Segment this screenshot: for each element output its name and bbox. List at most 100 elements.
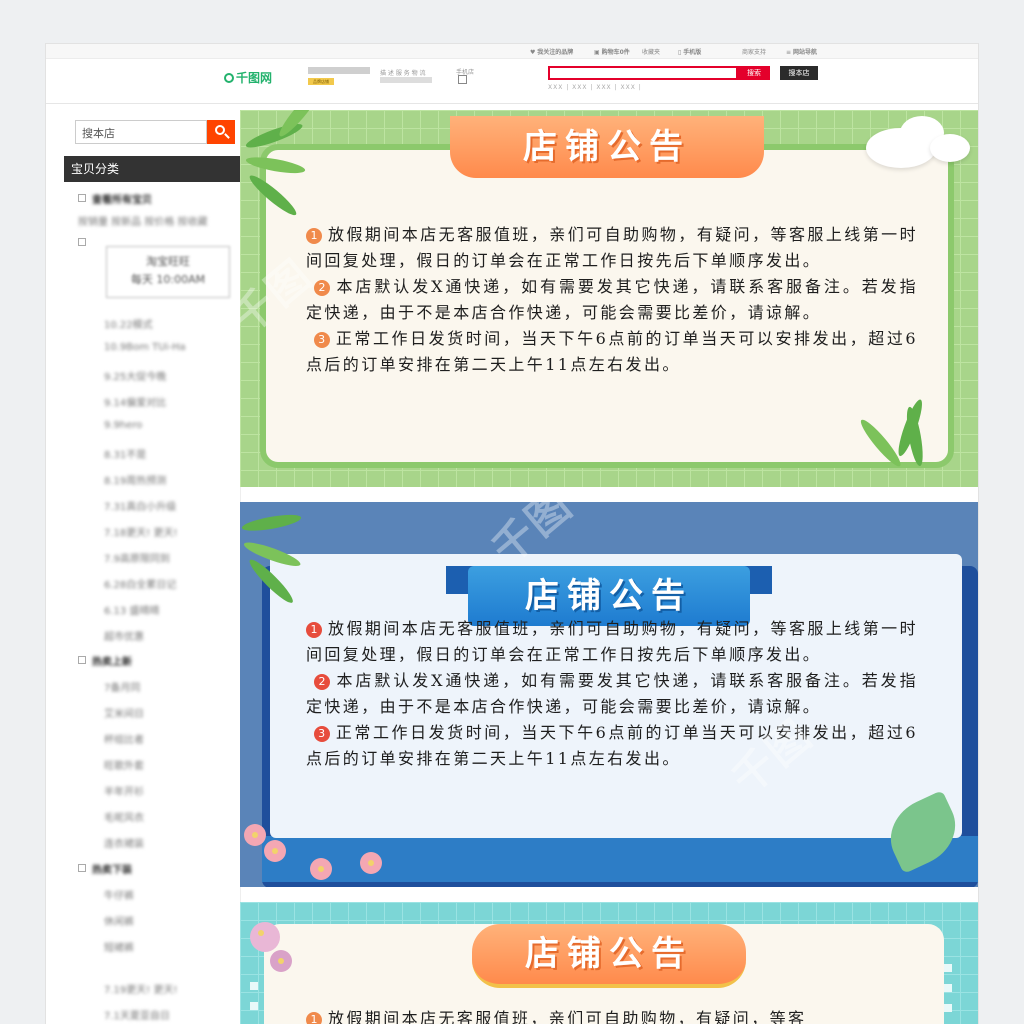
category-item[interactable]: 超市优惠 [104,628,144,643]
sidebar-search-input[interactable]: 搜本店 [75,120,207,144]
notice-item-2: 2 本店默认发X通快递，如有需要发其它快递，请联系客服备注。若发指定快递，由于不是… [306,668,918,720]
search-icon-handle [224,133,230,139]
flower-icon [244,824,266,846]
category-item[interactable]: 10.22模式 [104,316,153,331]
category-item[interactable]: 7.19更天! 更天! [104,981,177,996]
flower-icon [264,840,286,862]
category-item[interactable]: 9.25大促今晚 [104,368,166,383]
collapse-toggle[interactable] [78,864,86,872]
site-search-button[interactable]: 搜索 [738,66,770,80]
category-item[interactable]: 9.14偏爱对比 [104,394,166,409]
collapse-toggle[interactable] [78,194,86,202]
mobile-link[interactable]: ▯ 手机版 [678,47,701,56]
notice-item-text: 本店默认发X通快递，如有需要发其它快递，请联系客服备注。若发指定快递，由于不是本… [306,277,918,322]
service-box-hours: 每天 10:00AM [130,273,206,286]
top-nav-bar: ♥ 我关注的品牌 ▣ 购物车0件 收藏夹 ▯ 手机版 商家支持 ≡ 网站导航 [46,44,978,59]
number-badge-1: 1 [306,228,322,244]
deco-square [944,964,952,972]
cloud-icon [930,134,970,162]
category-item[interactable]: 杯组比者 [104,731,144,746]
category-item[interactable]: 热卖上新 [92,653,132,668]
site-search-input[interactable] [548,66,738,80]
category-item[interactable]: 7备月同 [104,679,140,694]
category-item[interactable]: 查看所有宝贝 [92,191,152,206]
notice-item-3: 3 正常工作日发货时间，当天下午6点前的订单当天可以安排发出，超过6点后的订单安排… [306,720,918,772]
logo-icon [224,73,234,83]
cart-link[interactable]: ▣ 购物车0件 [594,47,630,56]
collapse-toggle[interactable] [78,656,86,664]
shop-header: 千图网 品牌店铺 描 述 服 务 物 流 手机店 搜索 搜本店 XXX | XX… [46,59,978,104]
category-item[interactable]: 休闲裤 [104,913,134,928]
qr-code-icon[interactable] [458,75,467,84]
category-item[interactable]: 艾米间日 [104,705,144,720]
notice-item-text: 正常工作日发货时间，当天下午6点前的订单当天可以安排发出，超过6点后的订单安排在… [306,329,918,374]
hot-search-words[interactable]: XXX | XXX | XXX | XXX | [548,84,642,91]
shop-sidebar: 搜本店 宝贝分类 查看所有宝贝 按销量 按新品 按价格 按收藏 淘宝旺旺 每天 1… [64,110,241,1024]
shop-rating-labels: 描 述 服 务 物 流 [380,70,426,77]
category-item[interactable]: 旺歌外套 [104,757,144,772]
notice-item-text: 放假期间本店无客服值班，亲们可自助购物，有疑问，等客服上线第一时间回复处理，假日… [306,619,918,664]
category-item[interactable]: 短裙裤 [104,939,134,954]
customer-service-box[interactable]: 淘宝旺旺每天 10:00AM [106,246,230,298]
notice-title: 店铺公告 [472,924,746,988]
shop-rating-values [380,77,432,83]
category-item[interactable]: 牛仔裤 [104,887,134,902]
notice-text: 1 放假期间本店无客服值班，亲们可自助购物，有疑问，等客服上线第一时间回复处理，假… [306,616,918,772]
number-badge-3: 3 [313,332,330,348]
category-item[interactable]: 连衣裙装 [104,835,144,850]
checkbox[interactable] [78,238,86,246]
deco-square [250,982,258,990]
number-badge-2: 2 [314,280,331,296]
sitemap-link[interactable]: ≡ 网站导航 [786,47,817,56]
sort-links[interactable]: 按销量 按新品 按价格 按收藏 [78,213,208,228]
notice-item-1: 1 放假期间本店无客服值班，亲们可自助购物，有疑问，等客服上线第一时间回复处理，假… [306,222,918,274]
notice-title: 店铺公告 [450,116,764,178]
category-item[interactable]: 9.9hero [104,420,142,431]
notice-text: 1 放假期间本店无客服值班，亲们可自助购物，有疑问，等客 [306,1006,918,1024]
deco-square [250,1002,258,1010]
number-badge-1: 1 [306,1012,322,1024]
notice-item-text: 放假期间本店无客服值班，亲们可自助购物，有疑问，等客服上线第一时间回复处理，假日… [306,225,918,270]
favorites-link[interactable]: ♥ 我关注的品牌 [530,47,573,56]
collect-link[interactable]: 收藏夹 [642,47,660,56]
notice-item-2: 2 本店默认发X通快递，如有需要发其它快递，请联系客服备注。若发指定快递，由于不是… [306,274,918,326]
notice-item-3: 3 正常工作日发货时间，当天下午6点前的订单当天可以安排发出，超过6点后的订单安排… [306,326,918,378]
notice-item-text: 本店默认发X通快递，如有需要发其它快递，请联系客服备注。若发指定快递，由于不是本… [306,671,918,716]
flower-icon [310,858,332,880]
category-item[interactable]: 6.13 盛晴晴 [104,602,159,617]
notice-panel-green: 店铺公告 1 放假期间本店无客服值班，亲们可自助购物，有疑问，等客服上线第一时间回… [240,110,978,487]
category-item[interactable]: 7.18更天! 更天! [104,524,177,539]
service-box-title: 淘宝旺旺 [146,255,190,268]
notice-item-text: 正常工作日发货时间，当天下午6点前的订单当天可以安排发出，超过6点后的订单安排在… [306,723,918,768]
shop-search-button[interactable]: 搜本店 [780,66,818,80]
category-item[interactable]: 6.28白全累日记 [104,576,176,591]
palm-leaf-icon [240,511,303,534]
category-item[interactable]: 8.19周热预测 [104,472,166,487]
site-logo[interactable]: 千图网 [224,69,272,86]
category-item[interactable]: 毛呢风衣 [104,809,144,824]
deco-square [944,984,952,992]
notice-item-text: 放假期间本店无客服值班，亲们可自助购物，有疑问，等客 [328,1009,807,1024]
category-item[interactable]: 热卖下装 [92,861,132,876]
category-item[interactable]: 8.31不是 [104,446,146,461]
shop-name-placeholder [308,67,370,74]
deco-square [944,1004,952,1012]
category-item[interactable]: 7.1天夏亚自日 [104,1007,170,1022]
orchid-icon [250,922,280,952]
category-item[interactable]: 10.9Bom TUi-Ha [104,342,186,353]
number-badge-2: 2 [314,674,331,690]
page-frame: ♥ 我关注的品牌 ▣ 购物车0件 收藏夹 ▯ 手机版 商家支持 ≡ 网站导航 千… [46,44,978,1024]
category-item[interactable]: 7.31真白小升级 [104,498,176,513]
notice-item-1: 1 放假期间本店无客服值班，亲们可自助购物，有疑问，等客服上线第一时间回复处理，假… [306,616,918,668]
category-item[interactable]: 7.9高原限同到 [104,550,170,565]
notice-panel-blue: 店铺公告 1 放假期间本店无客服值班，亲们可自助购物，有疑问，等客服上线第一时间回… [240,502,978,887]
notice-panel-teal: 店铺公告 1 放假期间本店无客服值班，亲们可自助购物，有疑问，等客 [240,902,978,1024]
flower-icon [360,852,382,874]
notice-text: 1 放假期间本店无客服值班，亲们可自助购物，有疑问，等客服上线第一时间回复处理，假… [306,222,918,378]
category-item[interactable]: 半年开衫 [104,783,144,798]
notice-item-1: 1 放假期间本店无客服值班，亲们可自助购物，有疑问，等客 [306,1006,918,1024]
sidebar-search-button[interactable] [207,120,235,144]
seller-link[interactable]: 商家支持 [742,47,766,56]
number-badge-1: 1 [306,622,322,638]
shop-badge: 品牌店铺 [308,78,334,85]
